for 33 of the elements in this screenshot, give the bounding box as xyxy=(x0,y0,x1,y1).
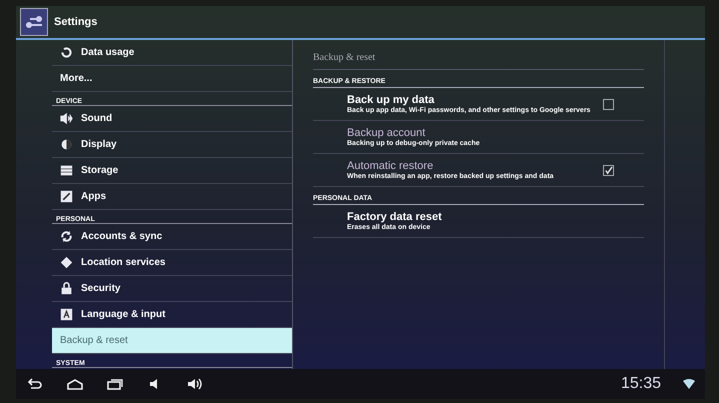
menu-item-icon xyxy=(60,190,73,203)
menu-item-icon xyxy=(60,46,73,59)
menu-item-icon xyxy=(60,308,73,321)
preference-title: Back up my data xyxy=(347,94,436,106)
clock: 15:35 xyxy=(620,375,661,393)
settings-menu-item[interactable]: Sound xyxy=(52,106,292,132)
wifi-icon xyxy=(683,379,695,389)
menu-item-icon xyxy=(60,164,73,177)
settings-menu-item[interactable]: Apps xyxy=(52,184,292,210)
settings-menu-item[interactable]: Data usage xyxy=(52,40,292,66)
settings-menu-item[interactable]: More... xyxy=(52,66,292,92)
preference-title: Factory data reset xyxy=(347,211,443,223)
settings-menu-item[interactable]: Security xyxy=(52,276,292,302)
settings-menu-item[interactable]: Accounts & sync xyxy=(52,224,292,250)
menu-item-icon xyxy=(60,282,73,295)
volume-up-icon[interactable] xyxy=(186,377,204,391)
recent-apps-icon[interactable] xyxy=(106,377,124,391)
settings-app-icon[interactable] xyxy=(20,8,48,36)
settings-menu-item[interactable]: Location services xyxy=(52,250,292,276)
menu-item-icon xyxy=(60,112,73,125)
settings-menu-item[interactable]: Backup & reset xyxy=(52,328,292,354)
preference-title: Automatic restore xyxy=(347,160,434,172)
settings-menu-item[interactable]: Display xyxy=(52,132,292,158)
window-title: Settings xyxy=(54,16,98,28)
home-icon[interactable] xyxy=(66,377,84,391)
menu-item-icon xyxy=(60,256,73,269)
page-title: Backup & reset xyxy=(313,46,644,70)
preference-title: Backup account xyxy=(347,127,426,139)
menu-item-icon xyxy=(60,230,73,243)
back-icon[interactable] xyxy=(26,377,44,391)
menu-item-icon xyxy=(60,138,73,151)
settings-menu-item[interactable]: Storage xyxy=(52,158,292,184)
checkbox[interactable] xyxy=(603,98,614,110)
